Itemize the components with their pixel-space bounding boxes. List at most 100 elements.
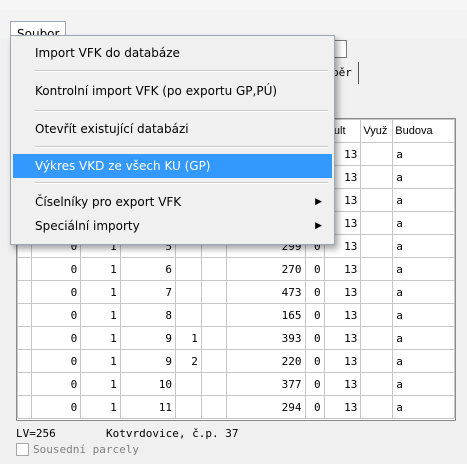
- menu-item-specialni-importy[interactable]: Speciální importy ▶: [13, 214, 332, 238]
- table-cell[interactable]: [175, 372, 202, 396]
- table-cell[interactable]: 1: [80, 372, 121, 396]
- table-row[interactable]: 0 1 11 294 0 13 a: [17, 395, 455, 419]
- row-indicator[interactable]: [17, 280, 32, 304]
- row-indicator[interactable]: [17, 303, 32, 327]
- table-cell[interactable]: [175, 395, 202, 419]
- table-cell[interactable]: 0: [304, 372, 325, 396]
- table-cell[interactable]: 0: [304, 349, 325, 373]
- table-cell[interactable]: 8: [119, 303, 177, 327]
- table-cell[interactable]: 0: [304, 303, 325, 327]
- table-cell[interactable]: 294: [226, 395, 306, 419]
- table-cell[interactable]: [360, 395, 394, 419]
- table-cell[interactable]: [175, 280, 202, 304]
- table-cell[interactable]: 1: [80, 395, 121, 419]
- table-cell[interactable]: 0: [304, 280, 325, 304]
- table-cell[interactable]: 13: [323, 326, 362, 350]
- table-cell[interactable]: 1: [80, 303, 121, 327]
- table-cell[interactable]: 220: [226, 349, 306, 373]
- row-indicator[interactable]: [17, 372, 32, 396]
- table-cell[interactable]: 0: [30, 372, 82, 396]
- table-cell[interactable]: [360, 211, 394, 235]
- checkbox-box[interactable]: [16, 443, 29, 456]
- row-indicator[interactable]: [17, 349, 32, 373]
- table-cell[interactable]: 10: [119, 372, 177, 396]
- table-cell[interactable]: a: [392, 142, 455, 166]
- table-cell[interactable]: 0: [30, 303, 82, 327]
- table-cell[interactable]: [360, 234, 394, 258]
- table-cell[interactable]: [360, 372, 394, 396]
- table-cell[interactable]: a: [392, 188, 455, 212]
- table-cell[interactable]: [200, 257, 228, 281]
- row-indicator[interactable]: [17, 326, 32, 350]
- table-cell[interactable]: [360, 349, 394, 373]
- table-cell[interactable]: 0: [30, 257, 82, 281]
- table-cell[interactable]: 7: [119, 280, 177, 304]
- table-row[interactable]: 0 1 9 2 220 0 13 a: [17, 349, 455, 373]
- table-cell[interactable]: [360, 257, 394, 281]
- table-cell[interactable]: [200, 303, 228, 327]
- row-indicator[interactable]: [17, 395, 32, 419]
- table-cell[interactable]: 13: [323, 257, 362, 281]
- table-cell[interactable]: 9: [119, 326, 177, 350]
- table-cell[interactable]: [200, 280, 228, 304]
- table-cell[interactable]: 1: [80, 326, 121, 350]
- table-cell[interactable]: 2: [175, 349, 202, 373]
- table-cell[interactable]: 0: [304, 257, 325, 281]
- table-cell[interactable]: 0: [304, 395, 325, 419]
- column-header-vyuz[interactable]: Využ: [360, 119, 394, 143]
- table-row[interactable]: 0 1 7 473 0 13 a: [17, 280, 455, 304]
- table-row[interactable]: 0 1 9 1 393 0 13 a: [17, 326, 455, 350]
- table-cell[interactable]: a: [392, 349, 455, 373]
- table-cell[interactable]: a: [392, 257, 455, 281]
- table-cell[interactable]: a: [392, 280, 455, 304]
- table-cell[interactable]: a: [392, 326, 455, 350]
- table-cell[interactable]: a: [392, 211, 455, 235]
- table-cell[interactable]: 13: [323, 349, 362, 373]
- table-cell[interactable]: [200, 326, 228, 350]
- table-cell[interactable]: a: [392, 372, 455, 396]
- table-row[interactable]: 0 1 8 165 0 13 a: [17, 303, 455, 327]
- table-cell[interactable]: [360, 142, 394, 166]
- table-cell[interactable]: 1: [80, 349, 121, 373]
- table-cell[interactable]: [360, 303, 394, 327]
- table-cell[interactable]: 13: [323, 372, 362, 396]
- table-cell[interactable]: a: [392, 234, 455, 258]
- table-cell[interactable]: [360, 280, 394, 304]
- table-cell[interactable]: 13: [323, 395, 362, 419]
- table-cell[interactable]: 0: [304, 326, 325, 350]
- table-cell[interactable]: 1: [80, 257, 121, 281]
- table-cell[interactable]: [200, 349, 228, 373]
- menu-item-vykres-vkd[interactable]: Výkres VKD ze všech KU (GP): [13, 154, 332, 178]
- table-cell[interactable]: 6: [119, 257, 177, 281]
- table-cell[interactable]: 13: [323, 280, 362, 304]
- table-cell[interactable]: [200, 395, 228, 419]
- table-cell[interactable]: 0: [30, 349, 82, 373]
- menu-item-import-vfk[interactable]: Import VFK do databáze: [13, 41, 332, 65]
- sousedni-parcely-checkbox[interactable]: Sousední parcely: [16, 443, 139, 456]
- table-cell[interactable]: [360, 188, 394, 212]
- table-cell[interactable]: a: [392, 395, 455, 419]
- table-cell[interactable]: 0: [30, 326, 82, 350]
- table-cell[interactable]: a: [392, 303, 455, 327]
- menu-item-otevrit-databazi[interactable]: Otevřít existující databázi: [13, 117, 332, 141]
- table-cell[interactable]: [360, 326, 394, 350]
- column-header-budova[interactable]: Budova: [392, 119, 455, 143]
- menu-item-kontrolni-import[interactable]: Kontrolní import VFK (po exportu GP,PÚ): [13, 79, 332, 103]
- table-cell[interactable]: 270: [226, 257, 306, 281]
- table-cell[interactable]: a: [392, 165, 455, 189]
- table-cell[interactable]: 165: [226, 303, 306, 327]
- table-cell[interactable]: [175, 303, 202, 327]
- table-cell[interactable]: 0: [30, 280, 82, 304]
- table-cell[interactable]: 393: [226, 326, 306, 350]
- table-cell[interactable]: 9: [119, 349, 177, 373]
- table-cell[interactable]: 1: [175, 326, 202, 350]
- table-cell[interactable]: 11: [119, 395, 177, 419]
- table-row[interactable]: 0 1 6 270 0 13 a: [17, 257, 455, 281]
- table-cell[interactable]: 13: [323, 303, 362, 327]
- table-row[interactable]: 0 1 10 377 0 13 a: [17, 372, 455, 396]
- menu-item-ciselniky[interactable]: Číselníky pro export VFK ▶: [13, 190, 332, 214]
- table-cell[interactable]: 0: [30, 395, 82, 419]
- table-cell[interactable]: 377: [226, 372, 306, 396]
- table-cell[interactable]: [360, 165, 394, 189]
- table-cell[interactable]: [175, 257, 202, 281]
